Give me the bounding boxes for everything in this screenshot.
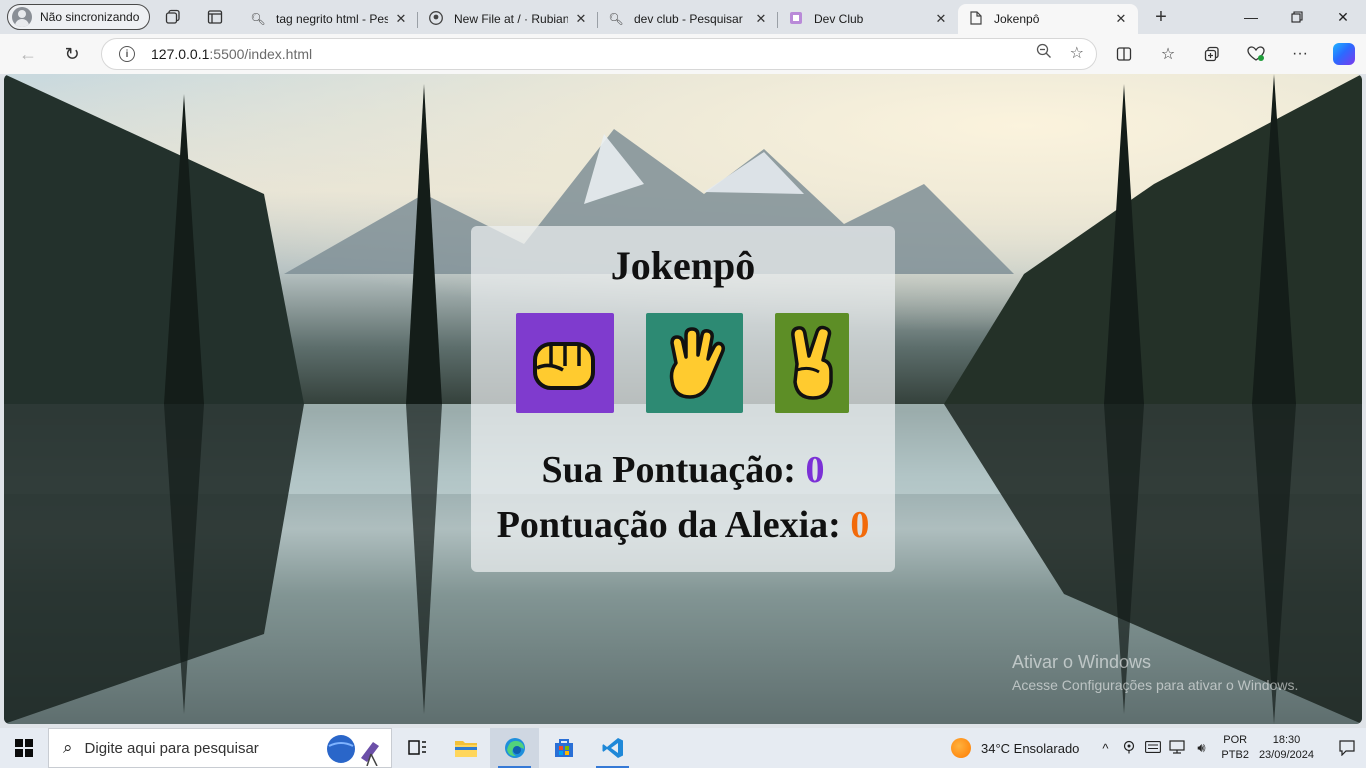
scissors-button[interactable] [775,313,849,413]
weather-text: 34°C Ensolarado [980,740,1080,756]
page-viewport: Jokenpô Sua Pontuação: 0 Pontuação da Al… [4,74,1362,724]
system-tray: 34°C Ensolarado ^ 🔊︎ POR PTB2 18:30 23/0… [950,728,1366,768]
rock-button[interactable] [516,313,614,413]
open-hand-icon [669,327,725,399]
copilot-icon[interactable] [1322,38,1366,70]
tab-github[interactable]: New File at / · Rubiano ✕ [418,4,598,34]
restore-icon[interactable] [1274,0,1320,34]
input-method-icon[interactable] [1141,740,1165,756]
url-path: :5500/index.html [209,46,313,62]
tab-title: dev club - Pesquisar [634,12,743,26]
user-score-value: 0 [805,449,825,491]
tab-strip: Não sincronizando 🔍︎ tag negrito html - … [0,0,1366,34]
cpu-score-label: Pontuação da Alexia: [496,504,841,546]
refresh-icon[interactable]: ↻ [54,38,90,70]
info-icon[interactable]: i [119,46,135,62]
clock-date: 23/09/2024 [1258,749,1314,761]
windows-taskbar: ⌕ Digite aqui para pesquisar 34°C Ensola… [0,728,1366,768]
close-window-icon[interactable]: ✕ [1320,0,1366,34]
network-icon[interactable] [1165,739,1189,757]
cpu-score-value: 0 [850,504,870,546]
webcam-icon[interactable] [1117,740,1141,757]
more-options-icon[interactable]: ··· [1278,38,1322,70]
clock[interactable]: 18:30 23/09/2024 [1259,733,1314,763]
fist-icon [533,342,595,390]
watermark-subtitle: Acesse Configurações para ativar o Windo… [1012,677,1299,693]
task-view-icon[interactable] [392,728,441,768]
profile-button[interactable]: Não sincronizando [7,4,150,30]
split-screen-icon[interactable] [1102,38,1146,70]
tab-title: tag negrito html - Pesquisar [276,12,388,26]
search-icon: 🔍︎ [250,12,266,26]
favorites-icon[interactable]: ☆ [1146,38,1190,70]
tab-search-negrito[interactable]: 🔍︎ tag negrito html - Pesquisar ✕ [240,4,418,34]
address-bar[interactable]: i 127.0.0.1:5500/index.html ☆ [101,38,1097,70]
tab-jokenpo[interactable]: Jokenpô ✕ [958,4,1138,34]
search-icon: 🔍︎ [608,12,624,26]
victory-hand-icon [791,325,833,400]
weather-widget[interactable]: 34°C Ensolarado [950,738,1080,758]
game-card: Jokenpô Sua Pontuação: 0 Pontuação da Al… [471,226,895,572]
tab-title: New File at / · Rubiano [454,12,568,26]
file-explorer-icon[interactable] [441,728,490,768]
notifications-icon[interactable] [1328,728,1366,768]
keyboard-layout: PTB2 [1221,749,1249,761]
close-tab-icon[interactable]: ✕ [934,11,948,27]
language-indicator[interactable]: POR PTB2 [1221,733,1249,763]
favorite-star-icon[interactable]: ☆ [1070,43,1084,64]
search-placeholder: Digite aqui para pesquisar [84,739,259,757]
clock-time: 18:30 [1272,734,1301,746]
user-score-line: Sua Pontuação: 0 [471,448,895,492]
sun-icon [950,738,971,758]
windows-logo-icon [15,739,33,757]
start-button[interactable] [0,728,48,768]
taskbar-search-box[interactable]: ⌕ Digite aqui para pesquisar [48,728,392,768]
devclub-icon [788,11,804,28]
tab-title: Jokenpô [994,12,1040,26]
show-hidden-icons-icon[interactable]: ^ [1093,741,1117,756]
volume-icon[interactable]: 🔊︎ [1189,740,1213,756]
workspaces-icon[interactable] [158,2,188,32]
minimize-icon[interactable]: — [1228,0,1274,34]
close-tab-icon[interactable]: ✕ [1114,11,1128,27]
windows-activation-watermark: Ativar o Windows Acesse Configurações pa… [1012,652,1298,693]
watermark-title: Ativar o Windows [1012,652,1152,672]
browser-toolbar: ← ↻ i 127.0.0.1:5500/index.html ☆ ☆ ··· [0,34,1366,74]
profile-label: Não sincronizando [40,10,140,24]
tab-devclub[interactable]: Dev Club ✕ [778,4,958,34]
page-title: Jokenpô [610,243,756,288]
user-score-label: Sua Pontuação: [541,449,796,491]
avatar-icon [12,7,32,27]
url-host: 127.0.0.1 [151,46,210,62]
page-icon [968,10,984,28]
collections-icon[interactable] [1190,38,1234,70]
search-highlight-illustration-icon [327,735,379,766]
close-tab-icon[interactable]: ✕ [754,11,768,27]
language-code: POR [1223,734,1248,746]
browser-essentials-icon[interactable] [1234,38,1278,70]
new-tab-icon[interactable]: + [1146,2,1176,32]
search-icon: ⌕ [63,738,73,757]
edge-taskbar-icon[interactable] [490,728,539,768]
vscode-icon[interactable] [588,728,637,768]
close-tab-icon[interactable]: ✕ [394,11,408,27]
github-icon [428,10,444,28]
cpu-score-line: Pontuação da Alexia: 0 [471,503,895,547]
tab-search-devclub[interactable]: 🔍︎ dev club - Pesquisar ✕ [598,4,778,34]
tab-title: Dev Club [814,12,864,26]
close-tab-icon[interactable]: ✕ [574,11,588,27]
zoom-out-icon[interactable] [1036,43,1052,64]
paper-button[interactable] [646,313,743,413]
back-icon[interactable]: ← [10,38,46,70]
microsoft-store-icon[interactable] [539,728,588,768]
tab-actions-icon[interactable] [200,2,230,32]
